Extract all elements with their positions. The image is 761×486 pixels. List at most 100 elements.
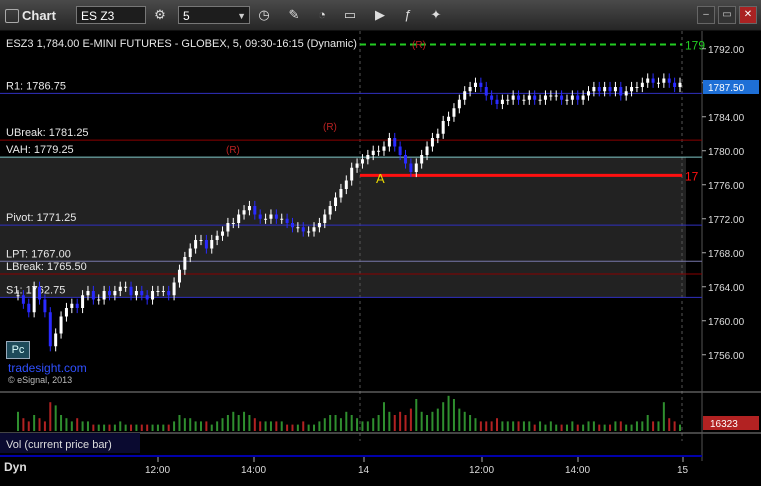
- candle-body: [635, 87, 639, 88]
- volume-bar: [70, 421, 73, 431]
- copyright: © eSignal, 2013: [8, 375, 72, 385]
- volume-bar: [194, 421, 197, 431]
- volume-bar: [313, 424, 316, 431]
- symbol-settings-icon[interactable]: ⚙: [150, 5, 170, 25]
- candle-body: [473, 82, 477, 87]
- candle-body: [495, 99, 499, 104]
- volume-bar: [210, 424, 213, 431]
- candle-body: [118, 286, 122, 291]
- candle-body: [86, 291, 90, 296]
- candle-body: [323, 214, 327, 223]
- price-tick-label: 1776.00: [708, 181, 745, 192]
- volume-study-label: Vol (current price bar): [6, 439, 112, 451]
- candle-body: [253, 206, 257, 215]
- level-label: LBreak: 1765.50: [6, 261, 87, 273]
- volume-bar: [264, 421, 267, 431]
- candle-body: [366, 155, 370, 160]
- volume-bar: [549, 421, 552, 431]
- volume-bar: [108, 424, 111, 431]
- volume-bar: [248, 415, 251, 431]
- volume-bar: [555, 424, 558, 431]
- candle-body: [167, 291, 171, 296]
- candle-body: [151, 291, 155, 300]
- candle-body: [479, 82, 483, 87]
- candle-body: [172, 282, 176, 296]
- annotation-a: A: [376, 171, 385, 186]
- volume-bar: [458, 408, 461, 431]
- candle-body: [430, 138, 434, 147]
- volume-bar: [167, 424, 170, 431]
- window-title: Chart: [22, 8, 56, 23]
- candle-body: [204, 240, 208, 249]
- volume-bar: [576, 424, 579, 431]
- volume-bar: [226, 415, 229, 431]
- candle-body: [624, 91, 628, 96]
- candle-body: [221, 231, 225, 236]
- volume-bar: [27, 421, 30, 431]
- title-bar: Chart ES Z3 ⚙ 5 ▼ ◷ ✎ ◔ ▭ ▶ ƒ ✦ – ▭ ✕: [0, 0, 761, 31]
- candle-body: [527, 95, 531, 100]
- volume-bar: [307, 424, 310, 431]
- volume-bar: [652, 421, 655, 431]
- volume-bar: [38, 418, 41, 431]
- time-tick-label: 14: [358, 465, 370, 476]
- candle-body: [673, 82, 677, 87]
- volume-bar: [49, 402, 52, 431]
- volume-bar: [679, 424, 681, 431]
- volume-bar: [189, 418, 192, 431]
- volume-bar: [512, 421, 515, 431]
- volume-bar: [533, 424, 536, 431]
- time-tick-label: 15: [677, 465, 689, 476]
- time-axis-bar: [0, 455, 702, 457]
- volume-bar: [183, 418, 186, 431]
- volume-bar: [501, 421, 504, 431]
- candle-body: [312, 227, 316, 232]
- gauge-icon[interactable]: ◔: [312, 5, 332, 25]
- volume-bar: [17, 411, 19, 431]
- candle-body: [538, 99, 542, 101]
- restore-button[interactable]: ▭: [718, 6, 736, 24]
- volume-bar: [426, 415, 429, 431]
- window-controls: – ▭ ✕: [694, 4, 757, 24]
- volume-bar: [221, 418, 224, 431]
- chart-header: ESZ3 1,784.00 E-MINI FUTURES - GLOBEX, 5…: [6, 38, 357, 50]
- candle-body: [656, 82, 660, 84]
- volume-bar: [377, 415, 380, 431]
- candle-body: [145, 295, 149, 300]
- clock-icon[interactable]: ◷: [254, 5, 274, 25]
- minimize-button[interactable]: –: [697, 6, 715, 24]
- dyn-label[interactable]: Dyn: [4, 460, 27, 474]
- candle-body: [371, 150, 375, 155]
- candle-body: [543, 95, 547, 100]
- formula-icon[interactable]: ƒ: [398, 5, 418, 25]
- candle-body: [129, 286, 133, 296]
- candle-body: [646, 78, 650, 83]
- candle-body: [107, 291, 111, 296]
- pencil-draw-icon[interactable]: ✎: [284, 5, 304, 25]
- time-tick-label: 12:00: [145, 465, 170, 476]
- volume-bar: [668, 418, 671, 431]
- chevron-down-icon: ▼: [237, 11, 246, 21]
- close-button[interactable]: ✕: [739, 6, 757, 24]
- candle-body: [75, 303, 79, 308]
- symbol-field[interactable]: ES Z3: [76, 6, 146, 24]
- volume-bar: [463, 411, 466, 431]
- candle-body: [280, 218, 284, 220]
- candle-body: [662, 78, 666, 83]
- wrench-icon[interactable]: ✦: [426, 5, 446, 25]
- play-replay-icon[interactable]: ▶: [370, 5, 390, 25]
- volume-bar: [528, 421, 531, 431]
- interval-dropdown[interactable]: 5 ▼: [178, 6, 250, 24]
- volume-bar: [113, 424, 116, 431]
- candle-body: [264, 218, 268, 220]
- candle-body: [32, 286, 36, 313]
- volume-bar: [641, 421, 644, 431]
- volume-bar: [243, 411, 246, 431]
- volume-bar: [399, 411, 402, 431]
- volume-bar: [302, 421, 305, 431]
- volume-bar: [474, 418, 477, 431]
- chart-area[interactable]: R1: 1786.75 UBreak: 1781.25 VAH: 1779.25 Pi…: [0, 31, 761, 481]
- cursor-mode-icon[interactable]: ▭: [340, 5, 360, 25]
- pc-button[interactable]: Pc: [6, 341, 30, 359]
- time-tick-label: 12:00: [469, 465, 494, 476]
